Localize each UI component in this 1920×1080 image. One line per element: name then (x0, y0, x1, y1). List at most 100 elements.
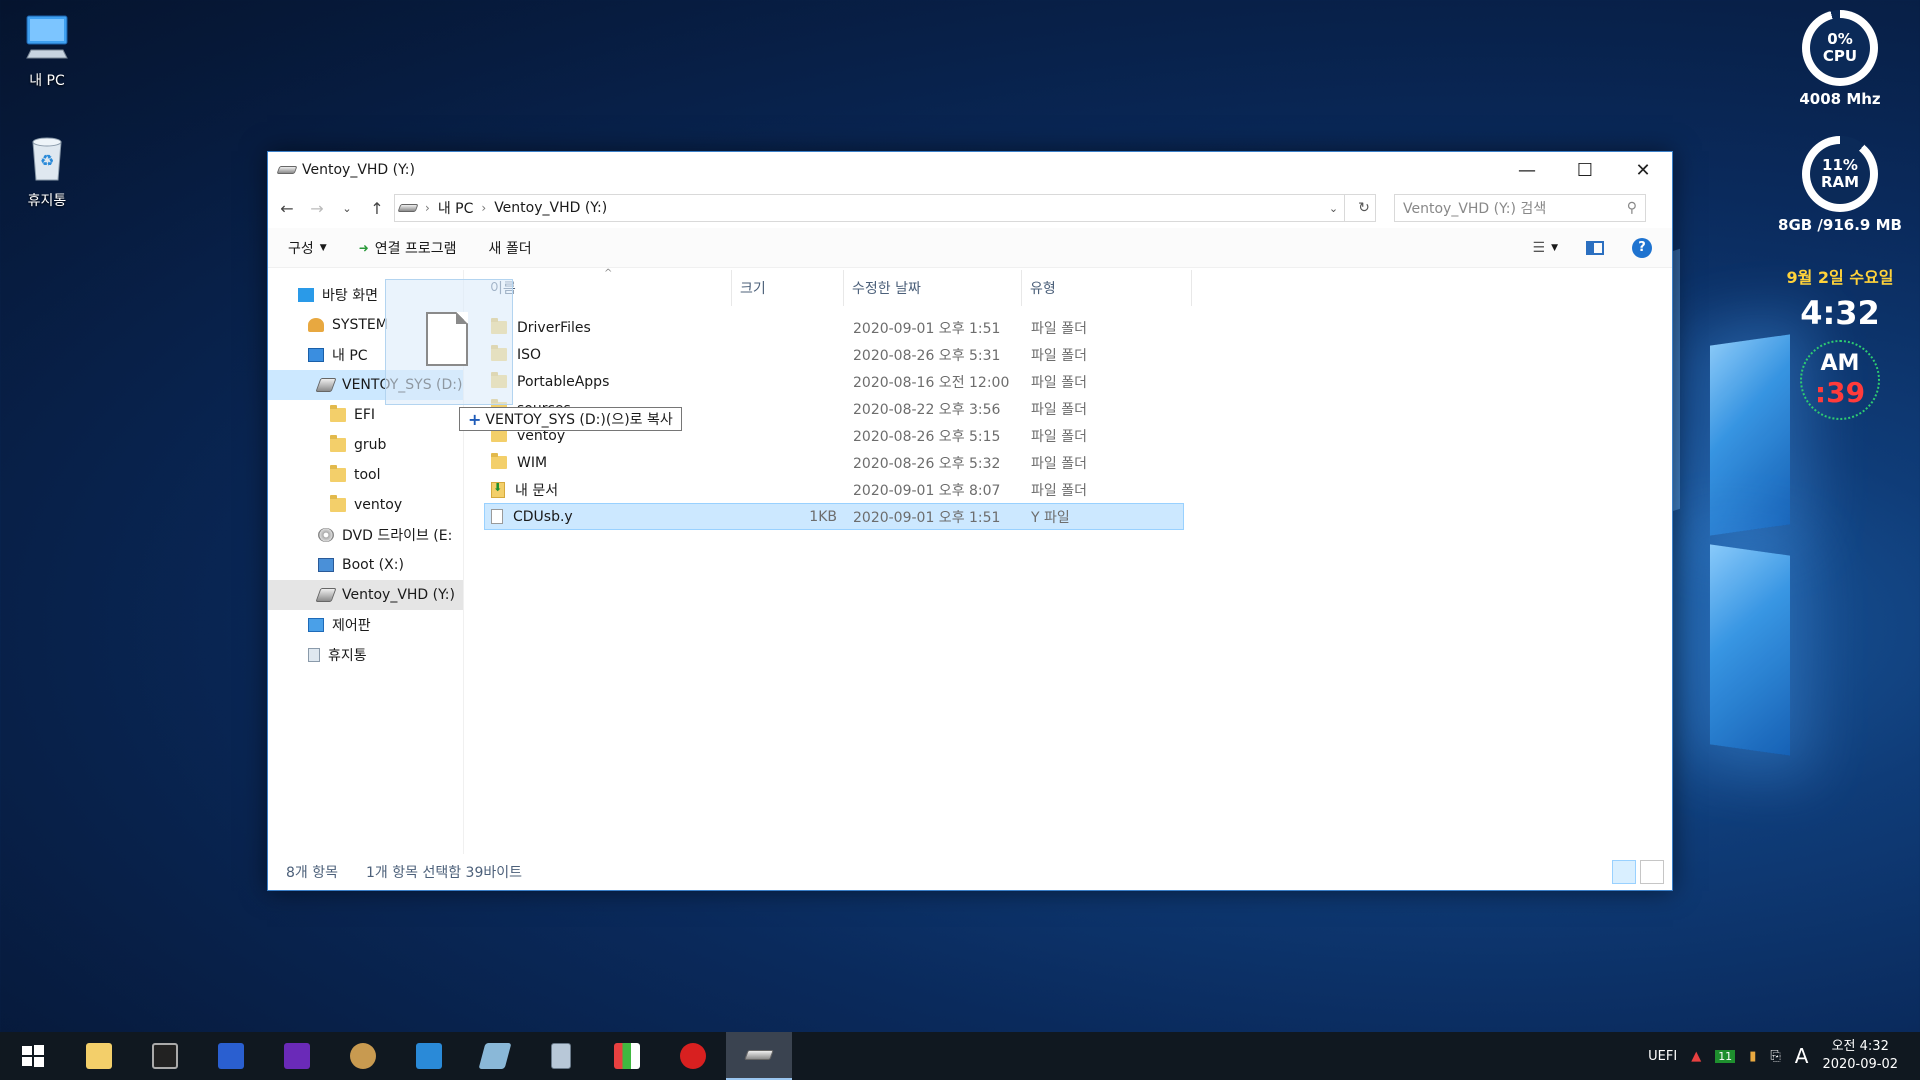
nav-item-label: ventoy (354, 497, 403, 513)
taskbar-power[interactable] (660, 1032, 726, 1080)
folder-icon (86, 1043, 112, 1069)
desktop-icon-recycle-bin[interactable]: ♻ 휴지통 (2, 132, 92, 210)
drop-tooltip-text: VENTOY_SYS (D:)(으)로 복사 (485, 412, 673, 428)
taskbar-sheet-app[interactable] (594, 1032, 660, 1080)
nav-item-label: tool (354, 467, 381, 483)
taskbar-file-explorer[interactable] (66, 1032, 132, 1080)
taskbar-time: 오전 4:32 (1831, 1039, 1889, 1054)
monitor-icon (308, 348, 324, 362)
file-name: WIM (517, 454, 548, 471)
taskbar-notes-app[interactable] (462, 1032, 528, 1080)
nav-item-grub[interactable]: grub (268, 430, 463, 460)
folder-icon (491, 453, 507, 469)
nav-item-dvd-drive[interactable]: DVD 드라이브 (E: (268, 520, 463, 550)
file-row[interactable]: 내 문서 2020-09-01 오후 8:07 파일 폴더 (484, 476, 1184, 503)
breadcrumb-this-pc[interactable]: 내 PC (438, 198, 474, 218)
file-name: PortableApps (517, 373, 610, 390)
taskbar-date: 2020-09-02 (1822, 1057, 1898, 1072)
refresh-icon[interactable]: ↻ (1353, 200, 1375, 216)
taskbar-disk-app[interactable] (330, 1032, 396, 1080)
chevron-right-icon: › (425, 201, 430, 215)
taskbar-command-prompt[interactable] (132, 1032, 198, 1080)
breadcrumb-current[interactable]: Ventoy_VHD (Y:) (494, 200, 607, 216)
desktop-icon (298, 288, 314, 302)
search-placeholder: Ventoy_VHD (Y:) 검색 (1403, 201, 1547, 217)
file-date: 2020-09-01 오후 1:51 (853, 509, 1001, 526)
nav-item-recycle-bin[interactable]: 휴지통 (268, 640, 463, 670)
taskbar-network-app[interactable] (396, 1032, 462, 1080)
ime-indicator[interactable]: A (1795, 1044, 1809, 1068)
recent-locations-button[interactable]: ⌄ (334, 195, 360, 221)
change-view-button[interactable]: ☰ ▼ (1533, 240, 1558, 256)
taskbar-calculator[interactable] (528, 1032, 594, 1080)
drive-icon (744, 1050, 774, 1060)
nav-item-label: 내 PC (332, 348, 368, 364)
minimize-button[interactable]: — (1498, 152, 1556, 188)
file-row[interactable]: PortableApps 2020-08-16 오전 12:00 파일 폴더 (484, 368, 1184, 395)
usb-icon[interactable]: ⎘ (1770, 1049, 1780, 1064)
organize-button[interactable]: 구성 ▼ (288, 238, 327, 258)
file-row[interactable]: ISO 2020-08-26 오후 5:31 파일 폴더 (484, 341, 1184, 368)
dvd-icon (318, 528, 334, 542)
details-view-button[interactable] (1612, 860, 1636, 884)
open-with-button[interactable]: ➜ 연결 프로그램 (359, 238, 457, 258)
nav-item-label: 바탕 화면 (322, 288, 378, 304)
up-button[interactable]: ↑ (364, 195, 390, 221)
nav-item-ventoy[interactable]: ventoy (268, 490, 463, 520)
address-bar[interactable]: › 내 PC › Ventoy_VHD (Y:) ⌄ ↻ (394, 194, 1376, 222)
maximize-button[interactable]: ☐ (1556, 152, 1614, 188)
battery-icon[interactable]: ▮ (1749, 1049, 1756, 1064)
column-header-type[interactable]: 유형 (1022, 270, 1192, 306)
recycle-bin-icon (308, 648, 320, 662)
help-button[interactable]: ? (1632, 237, 1652, 258)
new-folder-button[interactable]: 새 폴더 (488, 238, 531, 258)
drive-icon (397, 204, 419, 212)
explorer-window: Ventoy_VHD (Y:) — ☐ ✕ ← → ⌄ ↑ › 내 PC › V… (267, 151, 1673, 891)
nav-item-label: Boot (X:) (342, 557, 404, 573)
file-row[interactable]: CDUsb.y 1KB 2020-09-01 오후 1:51 Y 파일 (484, 503, 1184, 530)
file-name: CDUsb.y (513, 508, 573, 525)
taskbar-ventoy-vhd-window[interactable] (726, 1032, 792, 1080)
title-bar[interactable]: Ventoy_VHD (Y:) — ☐ ✕ (268, 152, 1672, 188)
file-icon (491, 509, 503, 524)
forward-button[interactable]: → (304, 195, 330, 221)
drive-icon (276, 166, 298, 174)
column-header-date[interactable]: 수정한 날짜 (844, 270, 1022, 306)
tray-badge[interactable]: 11 (1715, 1049, 1736, 1063)
column-header-size[interactable]: 크기 (732, 270, 844, 306)
large-icons-view-button[interactable] (1640, 860, 1664, 884)
column-headers: ^ 이름 크기 수정한 날짜 유형 (464, 268, 1672, 306)
search-icon: ⚲ (1626, 200, 1637, 216)
address-dropdown-button[interactable]: ⌄ (1323, 195, 1345, 221)
column-label: 유형 (1030, 281, 1056, 297)
open-with-icon: ➜ (358, 240, 369, 255)
taskbar-clock[interactable]: 오전 4:32 2020-09-02 (1822, 1038, 1898, 1074)
file-list-pane[interactable]: ^ 이름 크기 수정한 날짜 유형 DriverFiles 2020-09-01 … (464, 268, 1672, 854)
nav-item-boot[interactable]: Boot (X:) (268, 550, 463, 580)
file-row[interactable]: DriverFiles 2020-09-01 오후 1:51 파일 폴더 (484, 314, 1184, 341)
nav-item-ventoy-vhd[interactable]: Ventoy_VHD (Y:) (268, 580, 463, 610)
ram-ring: 11% RAM (1802, 136, 1878, 212)
gadget-seconds: :39 (1814, 376, 1866, 409)
taskbar-chip-app[interactable] (264, 1032, 330, 1080)
new-folder-label: 새 폴더 (488, 240, 532, 257)
file-row[interactable]: WIM 2020-08-26 오후 5:32 파일 폴더 (484, 449, 1184, 476)
file-size: 1KB (809, 508, 837, 525)
back-button[interactable]: ← (274, 195, 300, 221)
column-label: 수정한 날짜 (852, 281, 921, 297)
desktop-icon-this-pc[interactable]: 내 PC (2, 12, 92, 90)
nav-item-tool[interactable]: tool (268, 460, 463, 490)
nav-item-control-panel[interactable]: 제어판 (268, 610, 463, 640)
preview-pane-button[interactable] (1586, 240, 1604, 255)
start-button[interactable] (0, 1032, 66, 1080)
file-name: DriverFiles (517, 319, 591, 336)
sort-caret-icon: ^ (604, 268, 613, 279)
network-warning-icon[interactable]: ▲ (1691, 1049, 1701, 1064)
cpu-gadget: 0% CPU 4008 Mhz (1760, 10, 1920, 108)
ram-size: 8GB /916.9 MB (1778, 216, 1902, 234)
drop-tooltip: + VENTOY_SYS (D:)(으)로 복사 (459, 407, 682, 431)
svg-text:♻: ♻ (40, 151, 54, 170)
search-input[interactable]: Ventoy_VHD (Y:) 검색 ⚲ (1394, 194, 1646, 222)
taskbar-save-app[interactable] (198, 1032, 264, 1080)
close-button[interactable]: ✕ (1614, 152, 1672, 188)
